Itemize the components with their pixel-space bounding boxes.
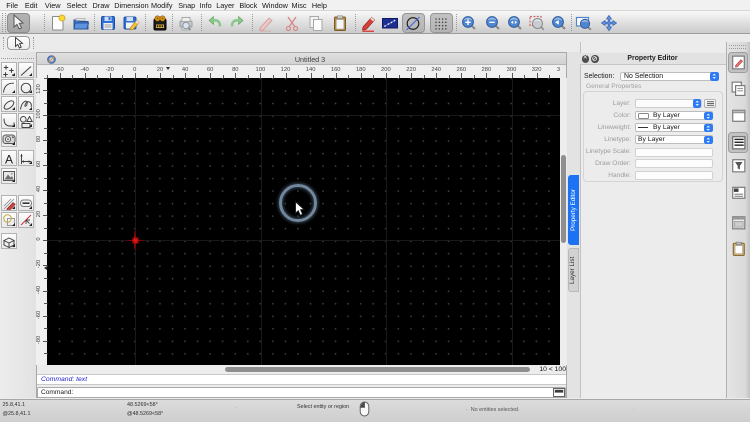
svg-text:A: A <box>5 152 13 166</box>
